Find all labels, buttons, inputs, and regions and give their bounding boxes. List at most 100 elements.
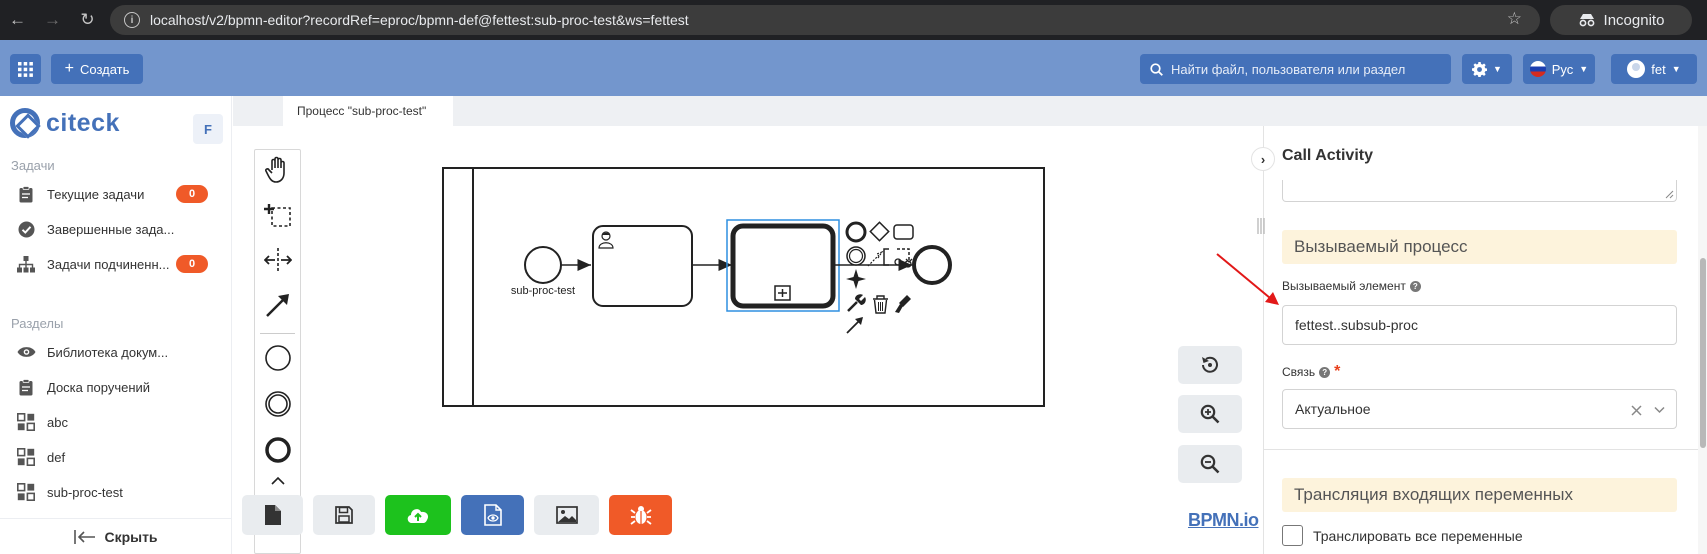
sidebar-item-completed-tasks[interactable]: Завершенные зада... <box>16 217 226 241</box>
help-icon[interactable]: ? <box>1409 280 1421 292</box>
bookmark-star-icon[interactable]: ☆ <box>1507 9 1522 29</box>
sidebar-item-label: sub-proc-test <box>47 484 123 500</box>
end-event[interactable] <box>912 245 952 285</box>
chevron-down-icon[interactable] <box>1654 406 1665 414</box>
start-event-label: sub-proc-test <box>511 285 575 297</box>
lasso-tool[interactable] <box>255 194 300 234</box>
debug-button[interactable] <box>609 495 672 535</box>
create-gateway[interactable] <box>255 470 300 490</box>
sparkle-icon[interactable] <box>846 269 866 289</box>
plus-icon: + <box>64 60 74 77</box>
settings-menu-button[interactable]: ▼ <box>1462 54 1512 84</box>
eye-icon <box>16 342 36 362</box>
preview-xml-button[interactable] <box>461 495 524 535</box>
space-tool[interactable] <box>255 240 300 280</box>
collapse-label: Скрыть <box>104 528 158 545</box>
image-icon <box>555 506 578 524</box>
global-connect-tool[interactable] <box>255 285 300 325</box>
binding-value: Актуальное <box>1295 401 1371 417</box>
back-icon[interactable]: ← <box>0 0 35 40</box>
clipboard-icon <box>16 184 36 204</box>
create-label: Создать <box>79 61 130 77</box>
start-event[interactable] <box>524 246 562 284</box>
bpmn-io-logo[interactable]: BPMN.io <box>1188 510 1259 531</box>
clipboard-icon <box>16 377 36 397</box>
incognito-icon <box>1579 14 1594 27</box>
text-annotation-icon[interactable] <box>883 248 889 266</box>
forward-icon[interactable]: → <box>35 0 70 40</box>
user-name: fet <box>1651 61 1666 77</box>
citeck-logo-icon <box>10 108 40 138</box>
color-brush-icon[interactable] <box>895 295 911 313</box>
translate-all-checkbox[interactable] <box>1282 525 1303 546</box>
reset-view-button[interactable] <box>1178 346 1242 384</box>
section-title: Трансляция входящих переменных <box>1294 485 1573 504</box>
publish-button[interactable] <box>385 495 451 535</box>
resize-handle-icon[interactable] <box>1665 190 1674 199</box>
sidebar-item-subordinate-tasks[interactable]: Задачи подчиненн... 0 <box>16 252 226 276</box>
sidebar-item-document-library[interactable]: Библиотека докум... <box>16 340 226 364</box>
binding-select[interactable]: Актуальное <box>1282 389 1677 429</box>
sidebar-item-sub-proc-test[interactable]: sub-proc-test <box>16 480 226 504</box>
create-end-event[interactable] <box>255 430 300 470</box>
new-file-button[interactable] <box>242 495 303 535</box>
called-element-value: fettest..subsub-proc <box>1295 317 1418 333</box>
zoom-out-icon <box>1200 454 1220 474</box>
translate-all-checkbox-row[interactable]: Транслировать все переменные <box>1282 525 1523 546</box>
zoom-in-button[interactable] <box>1178 395 1242 433</box>
bpmn-diagram[interactable]: sub-proc-test <box>430 160 1060 420</box>
sidebar-item-current-tasks[interactable]: Текущие задачи 0 <box>16 182 226 206</box>
sidebar-item-label: Задачи подчиненн... <box>47 256 170 272</box>
bug-icon <box>629 506 652 525</box>
dashboard-icon <box>16 482 36 502</box>
hand-tool[interactable] <box>255 150 300 190</box>
collapsed-marker-icon <box>774 285 791 301</box>
documentation-textarea[interactable] <box>1282 180 1677 202</box>
export-image-button[interactable] <box>534 495 599 535</box>
binding-label-text: Связь <box>1282 365 1316 379</box>
collapse-sidebar-button[interactable]: Скрыть <box>0 518 232 554</box>
reload-icon[interactable]: ↻ <box>70 0 105 40</box>
clear-icon[interactable] <box>1631 405 1642 416</box>
apps-menu-button[interactable] <box>10 54 41 84</box>
search-placeholder: Найти файл, пользователя или раздел <box>1171 61 1406 77</box>
append-task-icon[interactable] <box>893 224 914 240</box>
language-switcher[interactable]: Рус ▼ <box>1523 54 1595 84</box>
search-input[interactable]: Найти файл, пользователя или раздел <box>1140 54 1451 84</box>
panel-scrollbar-thumb[interactable] <box>1700 258 1706 448</box>
section-title: Вызываемый процесс <box>1294 237 1468 256</box>
wrench-icon[interactable] <box>847 294 866 312</box>
called-element-input[interactable]: fettest..subsub-proc <box>1282 305 1677 345</box>
site-info-icon[interactable]: i <box>124 12 140 28</box>
address-bar[interactable]: i localhost/v2/bpmn-editor?recordRef=epr… <box>110 5 1540 35</box>
append-intermediate-event-icon[interactable] <box>846 246 866 266</box>
sidebar-item-abc[interactable]: abc <box>16 410 226 434</box>
incognito-indicator[interactable]: Incognito <box>1550 5 1692 35</box>
brand-logo[interactable]: citeck <box>10 108 120 138</box>
sidebar-item-assignments-board[interactable]: Доска поручений <box>16 375 226 399</box>
workspace-badge[interactable]: F <box>193 114 223 144</box>
zoom-out-button[interactable] <box>1178 445 1242 483</box>
sidebar-item-label: Библиотека докум... <box>47 344 169 360</box>
panel-resize-grip[interactable] <box>1253 213 1269 239</box>
tab-process-editor[interactable]: Процесс "sub-proc-test" <box>283 96 453 126</box>
sidebar-item-def[interactable]: def <box>16 445 226 469</box>
append-gateway-icon[interactable] <box>869 221 890 242</box>
sections-title: Разделы <box>11 316 64 331</box>
user-menu-button[interactable]: fet ▼ <box>1611 54 1697 84</box>
connect-icon[interactable] <box>867 250 884 267</box>
apps-grid-icon <box>18 61 33 77</box>
tab-label: Процесс "sub-proc-test" <box>297 104 427 118</box>
create-intermediate-event[interactable] <box>255 384 300 424</box>
section-called-process[interactable]: Вызываемый процесс <box>1282 230 1677 264</box>
cloud-upload-icon <box>407 509 429 523</box>
create-button[interactable]: + Создать <box>51 54 143 84</box>
section-input-variables[interactable]: Трансляция входящих переменных <box>1282 478 1677 512</box>
save-button[interactable] <box>313 495 375 535</box>
create-start-event[interactable] <box>255 338 300 378</box>
append-end-event-icon[interactable] <box>845 221 867 243</box>
trash-icon[interactable] <box>873 295 888 314</box>
collapse-panel-button[interactable]: › <box>1251 147 1275 171</box>
help-icon[interactable]: ? <box>1319 366 1331 378</box>
connector-arrow-icon[interactable] <box>846 317 863 334</box>
